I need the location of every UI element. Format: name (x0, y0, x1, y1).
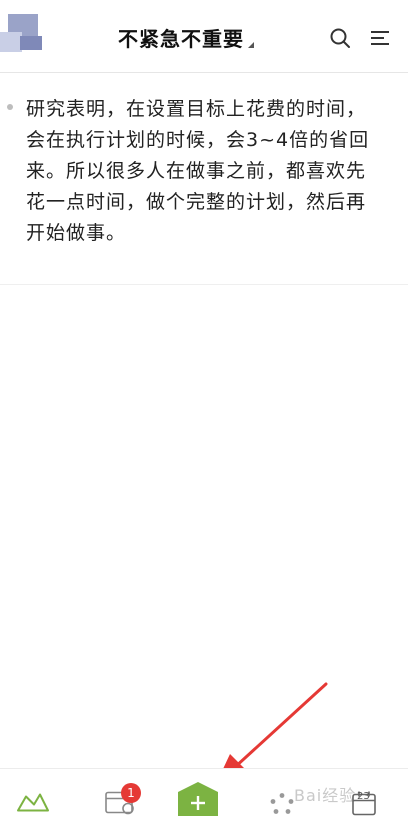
list-item[interactable]: 研究表明，在设置目标上花费的时间，会在执行计划的时候，会3~4倍的省回来。所以很… (0, 72, 408, 285)
goal-tab-icon[interactable] (16, 780, 50, 823)
date-tab-icon[interactable] (352, 782, 376, 825)
header-bar: 不紧急不重要 (0, 0, 408, 73)
menu-button[interactable] (368, 26, 392, 50)
bullet-dot (7, 104, 13, 110)
search-icon (330, 28, 350, 48)
avatar[interactable] (0, 10, 42, 60)
note-text: 研究表明，在设置目标上花费的时间，会在执行计划的时候，会3~4倍的省回来。所以很… (26, 98, 370, 244)
watermark: Bai经验 (294, 786, 357, 805)
community-tab-icon[interactable] (268, 782, 296, 825)
date-label: 23 (357, 791, 370, 802)
add-button[interactable] (176, 778, 220, 818)
dropdown-caret-icon (248, 42, 254, 48)
page-title: 不紧急不重要 (118, 27, 244, 51)
notification-badge: 1 (121, 783, 141, 803)
search-button[interactable] (328, 26, 352, 50)
menu-icon (371, 31, 389, 45)
title-dropdown[interactable]: 不紧急不重要 (118, 24, 254, 54)
